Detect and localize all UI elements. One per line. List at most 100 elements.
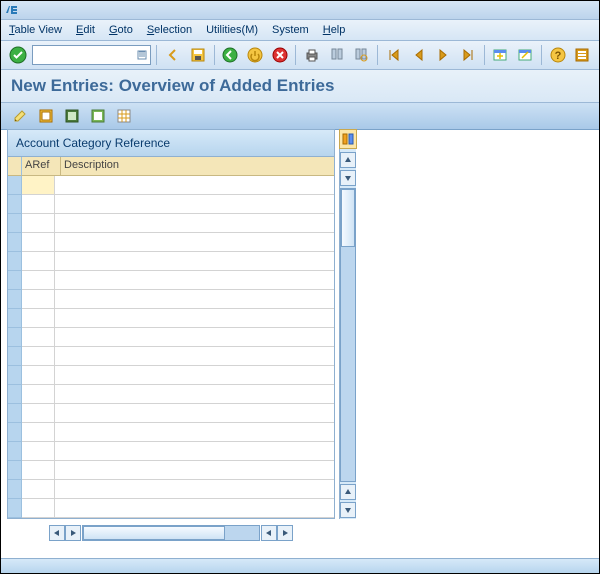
table-row[interactable] xyxy=(22,328,334,347)
cell-description[interactable] xyxy=(55,271,334,289)
deselect-all-button[interactable] xyxy=(87,105,109,127)
vertical-scroll-thumb[interactable] xyxy=(341,189,355,247)
cell-description[interactable] xyxy=(55,385,334,403)
row-marker[interactable] xyxy=(8,347,22,366)
cell-description[interactable] xyxy=(55,214,334,232)
column-header-description[interactable]: Description xyxy=(61,157,334,175)
cell-aref[interactable] xyxy=(22,271,55,289)
cell-aref[interactable] xyxy=(22,176,55,194)
table-row[interactable] xyxy=(22,442,334,461)
table-row[interactable] xyxy=(22,271,334,290)
cell-description[interactable] xyxy=(55,328,334,346)
cell-aref[interactable] xyxy=(22,480,55,498)
table-row[interactable] xyxy=(22,347,334,366)
table-settings-button[interactable] xyxy=(113,105,135,127)
first-page-button[interactable] xyxy=(383,44,405,66)
scroll-left-button[interactable] xyxy=(49,525,65,541)
row-marker[interactable] xyxy=(8,404,22,423)
row-marker[interactable] xyxy=(8,233,22,252)
row-marker[interactable] xyxy=(8,176,22,195)
vertical-scrollbar[interactable] xyxy=(340,188,356,482)
row-marker[interactable] xyxy=(8,195,22,214)
back-button[interactable] xyxy=(220,44,242,66)
cell-aref[interactable] xyxy=(22,195,55,213)
table-row[interactable] xyxy=(22,385,334,404)
table-row[interactable] xyxy=(22,290,334,309)
cell-aref[interactable] xyxy=(22,214,55,232)
column-header-aref[interactable]: ARef xyxy=(22,157,61,175)
scroll-up-button-2[interactable] xyxy=(340,484,356,500)
change-button[interactable] xyxy=(9,105,31,127)
table-row[interactable] xyxy=(22,309,334,328)
select-all-button[interactable] xyxy=(35,105,57,127)
cell-aref[interactable] xyxy=(22,385,55,403)
cell-aref[interactable] xyxy=(22,423,55,441)
row-marker[interactable] xyxy=(8,423,22,442)
table-row[interactable] xyxy=(22,214,334,233)
horizontal-scrollbar[interactable] xyxy=(82,525,260,541)
cell-description[interactable] xyxy=(55,252,334,270)
scroll-right-button-2[interactable] xyxy=(277,525,293,541)
table-row[interactable] xyxy=(22,404,334,423)
cell-description[interactable] xyxy=(55,423,334,441)
table-row[interactable] xyxy=(22,499,334,518)
cell-description[interactable] xyxy=(55,442,334,460)
cell-description[interactable] xyxy=(55,499,334,517)
cell-description[interactable] xyxy=(55,404,334,422)
cell-description[interactable] xyxy=(55,461,334,479)
row-marker[interactable] xyxy=(8,309,22,328)
cell-description[interactable] xyxy=(55,176,334,194)
next-page-button[interactable] xyxy=(432,44,454,66)
command-dropdown-icon[interactable] xyxy=(136,48,148,62)
scroll-down-button[interactable] xyxy=(340,170,356,186)
row-marker[interactable] xyxy=(8,252,22,271)
cell-aref[interactable] xyxy=(22,328,55,346)
cancel-button[interactable] xyxy=(269,44,291,66)
cell-aref[interactable] xyxy=(22,233,55,251)
table-row[interactable] xyxy=(22,252,334,271)
cell-aref[interactable] xyxy=(22,290,55,308)
cell-description[interactable] xyxy=(55,290,334,308)
cell-description[interactable] xyxy=(55,347,334,365)
cell-description[interactable] xyxy=(55,480,334,498)
row-marker[interactable] xyxy=(8,290,22,309)
table-row[interactable] xyxy=(22,176,334,195)
scroll-down-button-2[interactable] xyxy=(340,502,356,518)
cell-aref[interactable] xyxy=(22,499,55,517)
table-row[interactable] xyxy=(22,366,334,385)
enter-button[interactable] xyxy=(7,44,29,66)
row-marker[interactable] xyxy=(8,499,22,518)
cell-aref[interactable] xyxy=(22,461,55,479)
menu-selection[interactable]: Selection xyxy=(147,24,192,36)
table-row[interactable] xyxy=(22,233,334,252)
cell-description[interactable] xyxy=(55,366,334,384)
save-button[interactable] xyxy=(187,44,209,66)
cell-aref[interactable] xyxy=(22,404,55,422)
generate-shortcut-button[interactable] xyxy=(514,44,536,66)
row-marker[interactable] xyxy=(8,271,22,290)
menu-tableview[interactable]: Table View xyxy=(9,24,62,36)
cell-aref[interactable] xyxy=(22,309,55,327)
cell-aref[interactable] xyxy=(22,252,55,270)
row-marker[interactable] xyxy=(8,480,22,499)
menu-goto[interactable]: Goto xyxy=(109,24,133,36)
scroll-left-button-2[interactable] xyxy=(261,525,277,541)
scroll-up-button[interactable] xyxy=(340,152,356,168)
cell-aref[interactable] xyxy=(22,442,55,460)
command-field[interactable] xyxy=(32,45,152,65)
row-marker[interactable] xyxy=(8,328,22,347)
cell-aref[interactable] xyxy=(22,347,55,365)
scroll-right-button[interactable] xyxy=(65,525,81,541)
find-next-button[interactable] xyxy=(351,44,373,66)
row-marker[interactable] xyxy=(8,214,22,233)
cell-aref[interactable] xyxy=(22,366,55,384)
menu-system[interactable]: System xyxy=(272,24,309,36)
configure-columns-button[interactable] xyxy=(339,129,357,149)
create-session-button[interactable] xyxy=(490,44,512,66)
prev-page-button[interactable] xyxy=(408,44,430,66)
horizontal-scroll-thumb[interactable] xyxy=(83,526,225,540)
row-marker[interactable] xyxy=(8,442,22,461)
row-marker[interactable] xyxy=(8,461,22,480)
table-row[interactable] xyxy=(22,195,334,214)
table-row[interactable] xyxy=(22,461,334,480)
